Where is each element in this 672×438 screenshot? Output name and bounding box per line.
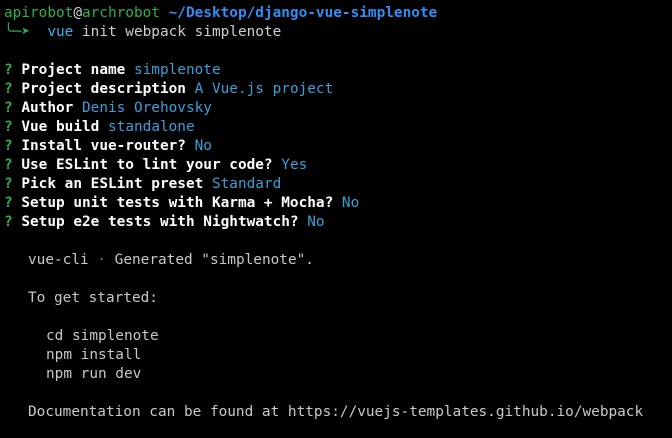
question-label: Project description	[21, 81, 186, 97]
step-line: cd simplenote	[46, 328, 159, 344]
prompt-at: @	[73, 5, 82, 21]
prompt-arrow-icon: ╰─➤	[4, 24, 30, 40]
question-label: Setup unit tests with Karma + Mocha?	[21, 195, 334, 211]
question-label: Project name	[21, 62, 126, 78]
question-mark: ?	[4, 157, 13, 173]
question-answer: simplenote	[133, 62, 221, 78]
question-line: ? Project name simplenote	[4, 61, 672, 80]
question-answer: standalone	[108, 119, 195, 135]
command-line: ╰─➤ vue init webpack simplenote	[4, 23, 672, 42]
prompt-host: archrobot	[81, 5, 160, 21]
question-line: ? Author Denis Orehovsky	[4, 99, 672, 118]
question-line: ? Vue build standalone	[4, 118, 672, 137]
step-line: npm run dev	[46, 366, 142, 382]
question-label: Use ESLint to lint your code?	[21, 157, 273, 173]
question-label: Setup e2e tests with Nightwatch?	[21, 214, 299, 230]
command-args: init webpack simplenote	[73, 24, 282, 40]
prompt-path: ~/Desktop/django-vue-simplenote	[168, 5, 438, 21]
prompt-line: apirobot@archrobot ~/Desktop/django-vue-…	[4, 4, 672, 23]
generated-text: Generated "simplenote".	[114, 252, 314, 268]
question-answer: Standard	[211, 176, 282, 192]
separator-dot-icon: ·	[97, 252, 106, 268]
question-mark: ?	[4, 119, 13, 135]
documentation-line: Documentation can be found at https://vu…	[28, 404, 644, 420]
question-line: ? Setup e2e tests with Nightwatch? No	[4, 213, 672, 232]
question-mark: ?	[4, 100, 13, 116]
terminal-window[interactable]: apirobot@archrobot ~/Desktop/django-vue-…	[0, 0, 672, 438]
question-line: ? Install vue-router? No	[4, 137, 672, 156]
question-label: Author	[21, 100, 74, 116]
question-answer: Denis Orehovsky	[82, 100, 212, 116]
question-mark: ?	[4, 195, 13, 211]
question-line: ? Use ESLint to lint your code? Yes	[4, 156, 672, 175]
question-label: Pick an ESLint preset	[21, 176, 204, 192]
question-line: ? Pick an ESLint preset Standard	[4, 175, 672, 194]
question-answer: No	[194, 138, 212, 154]
question-answer: A Vue.js project	[194, 81, 334, 97]
question-line: ? Project description A Vue.js project	[4, 80, 672, 99]
command-name: vue	[47, 24, 74, 40]
generated-line: vue-cli · Generated "simplenote".	[4, 251, 672, 270]
question-label: Vue build	[21, 119, 100, 135]
question-mark: ?	[4, 81, 13, 97]
question-answer: No	[341, 195, 360, 211]
question-answer: Yes	[281, 157, 308, 173]
get-started-heading: To get started:	[28, 290, 158, 306]
step-line: npm install	[46, 347, 142, 363]
question-label: Install vue-router?	[21, 138, 186, 154]
question-mark: ?	[4, 138, 13, 154]
question-mark: ?	[4, 214, 13, 230]
question-mark: ?	[4, 176, 13, 192]
question-answer: No	[307, 214, 325, 230]
prompt-user: apirobot	[4, 5, 74, 21]
question-mark: ?	[4, 62, 13, 78]
generated-prefix: vue-cli	[28, 252, 89, 268]
question-line: ? Setup unit tests with Karma + Mocha? N…	[4, 194, 672, 213]
